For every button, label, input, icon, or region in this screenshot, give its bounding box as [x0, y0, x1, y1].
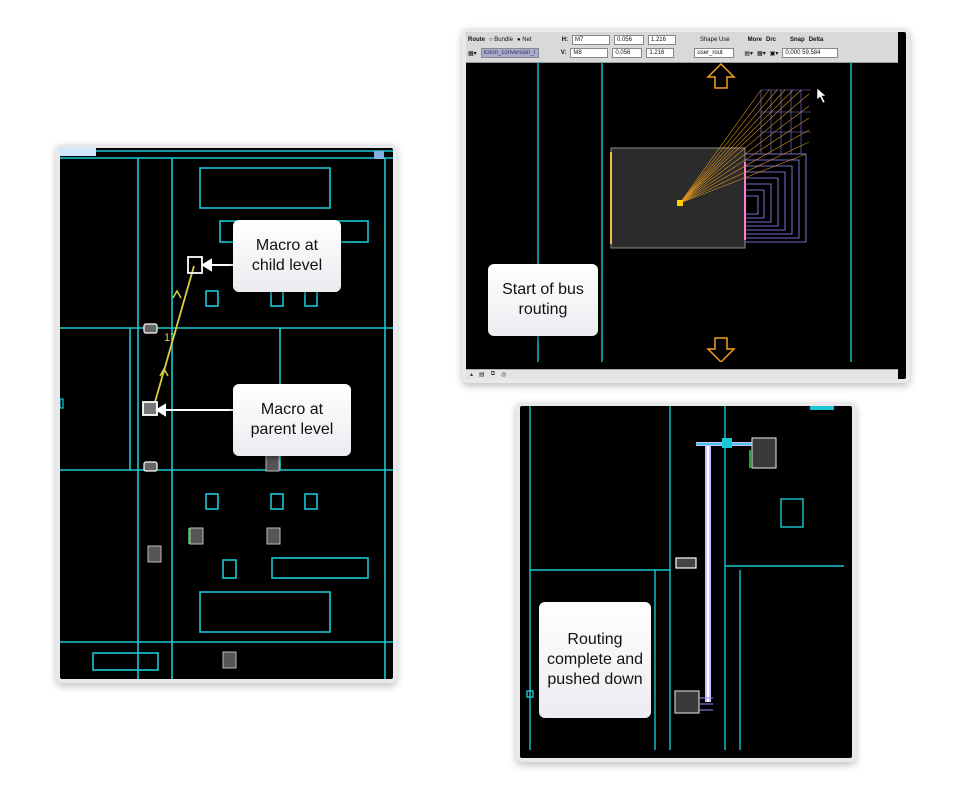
callout-parent-level: Macro at parent level — [233, 384, 351, 456]
v-label: V: — [560, 50, 567, 56]
route-toolbar: Route ○ Bundle ● Net H: M7 0.056 1.216 S… — [466, 32, 898, 63]
snap-label: Snap — [790, 37, 805, 43]
status-grid-icon[interactable]: ▤ — [479, 371, 485, 378]
net-radio[interactable]: ● Net — [517, 37, 532, 43]
bus-start-point[interactable] — [677, 200, 683, 206]
v-spacing-field[interactable]: 1.216 — [646, 48, 675, 58]
child-macro[interactable] — [187, 256, 203, 274]
snap-options-icon[interactable]: ▣▾ — [770, 50, 779, 57]
drc-label: Drc — [766, 37, 777, 43]
up-arrow-icon — [706, 62, 736, 89]
v-width-field[interactable]: 0.056 — [612, 48, 643, 58]
down-arrow-icon — [706, 337, 736, 362]
h-layer-select[interactable]: M7 — [571, 35, 610, 45]
net-name-field[interactable]: iconn_conversion_l — [480, 48, 539, 58]
delta-label: Delta — [808, 37, 824, 43]
left-layout-panel: 17 Macro at child level Macro at parent … — [56, 144, 397, 683]
callout-start-bus-routing: Start of bus routing — [488, 264, 598, 336]
bus-macro-block[interactable] — [610, 147, 746, 249]
shape-use-select[interactable]: user_rout — [694, 48, 735, 58]
more-options-icon[interactable]: ▤▾ — [744, 50, 753, 57]
callout-child-level: Macro at child level — [233, 220, 341, 292]
drc-options-icon[interactable]: ▦▾ — [757, 50, 766, 57]
h-label: H: — [561, 37, 568, 43]
more-label: More — [747, 37, 762, 43]
bottom-layout-panel: Routing complete and pushed down — [516, 402, 856, 762]
h-width-field[interactable]: 0.056 — [613, 35, 644, 45]
h-spacing-field[interactable]: 1.216 — [647, 35, 676, 45]
bundle-radio[interactable]: ○ Bundle — [489, 37, 513, 43]
status-mouse-icon[interactable]: ▴ — [470, 371, 473, 378]
status-layers-icon[interactable]: ⧉ — [491, 371, 495, 378]
net-label: 17 — [164, 332, 176, 344]
route-options-icon[interactable]: ▦▾ — [468, 50, 477, 57]
callout-routing-complete: Routing complete and pushed down — [539, 602, 651, 718]
bottom-macro[interactable] — [674, 690, 700, 714]
delta-field[interactable]: 0.000 59.584 — [782, 48, 839, 58]
status-bar: ▴ ▤ ⧉ ◎ — [466, 369, 898, 379]
v-layer-select[interactable]: M8 — [570, 48, 609, 58]
pushed-pin[interactable] — [675, 557, 697, 569]
parent-macro[interactable] — [142, 401, 158, 416]
shape-use-label: Shape Use — [699, 37, 730, 43]
bus-routing-window: Route ○ Bundle ● Net H: M7 0.056 1.216 S… — [462, 28, 910, 383]
cursor-icon — [816, 87, 827, 104]
route-label: Route — [468, 37, 485, 43]
status-info-icon[interactable]: ◎ — [501, 371, 506, 378]
top-macro[interactable] — [751, 437, 777, 469]
